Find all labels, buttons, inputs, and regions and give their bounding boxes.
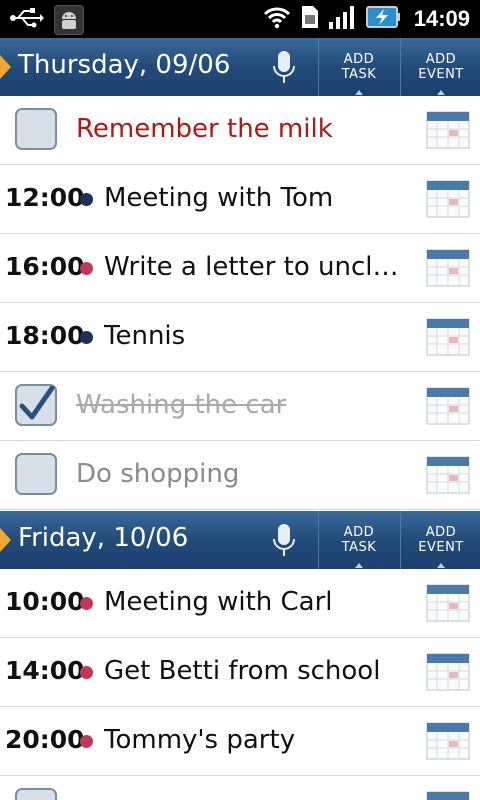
microphone-icon[interactable] (272, 50, 296, 86)
list-item[interactable]: Washing the car (0, 372, 480, 441)
event-dot (80, 597, 93, 610)
task-checkbox-checked[interactable] (15, 384, 57, 426)
calendar-icon[interactable] (426, 584, 470, 622)
event-time: 16:00 (5, 252, 85, 281)
list-item[interactable]: Remember the milk (0, 96, 480, 165)
day-header-thursday: Thursday, 09/06 ADD TASK ADD EVENT (0, 38, 480, 96)
sim-icon (300, 4, 320, 34)
task-checkbox[interactable] (15, 453, 57, 495)
task-checkbox[interactable] (15, 108, 57, 150)
day-title: Thursday, 09/06 (18, 50, 231, 80)
calendar-icon[interactable] (426, 387, 470, 425)
event-dot (80, 193, 93, 206)
list-item[interactable] (0, 776, 480, 800)
task-checkbox[interactable] (15, 788, 57, 800)
calendar-icon[interactable] (426, 318, 470, 356)
add-task-button[interactable]: ADD TASK (318, 38, 399, 96)
day-header-friday: Friday, 10/06 ADD TASK ADD EVENT (0, 511, 480, 569)
event-text: Tennis (104, 321, 186, 351)
battery-charging-icon (365, 4, 400, 34)
event-time: 14:00 (5, 656, 85, 685)
day-title: Friday, 10/06 (18, 523, 189, 553)
task-text: Remember the milk (76, 114, 333, 144)
add-event-button[interactable]: ADD EVENT (400, 511, 480, 569)
list-item[interactable]: 14:00 Get Betti from school (0, 638, 480, 707)
list-item[interactable]: 10:00 Meeting with Carl (0, 569, 480, 638)
event-dot (80, 735, 93, 748)
event-dot (80, 331, 93, 344)
calendar-icon[interactable] (426, 791, 470, 800)
event-time: 10:00 (5, 587, 85, 616)
event-text: Meeting with Tom (104, 183, 334, 213)
task-text: Washing the car (76, 390, 287, 420)
event-text: Tommy's party (104, 725, 296, 755)
calendar-icon[interactable] (426, 180, 470, 218)
clock: 14:09 (413, 6, 470, 31)
event-text: Get Betti from school (104, 656, 381, 686)
add-task-button[interactable]: ADD TASK (318, 511, 399, 569)
event-dot (80, 262, 93, 275)
event-text: Meeting with Carl (104, 587, 333, 617)
list-item[interactable]: 20:00 Tommy's party (0, 707, 480, 776)
expand-arrow-icon[interactable] (0, 528, 11, 552)
usb-icon (10, 7, 44, 33)
list-item[interactable]: 16:00 Write a letter to uncl… (0, 234, 480, 303)
event-time: 20:00 (5, 725, 85, 754)
calendar-icon[interactable] (426, 456, 470, 494)
event-time: 12:00 (5, 183, 85, 212)
calendar-icon[interactable] (426, 722, 470, 760)
add-event-button[interactable]: ADD EVENT (400, 38, 480, 96)
checkmark-icon (19, 386, 55, 420)
expand-arrow-icon[interactable] (0, 55, 11, 79)
event-text: Write a letter to uncl… (104, 252, 399, 282)
wifi-icon (262, 5, 292, 33)
signal-icon (328, 4, 358, 34)
android-icon (54, 5, 84, 35)
microphone-icon[interactable] (272, 523, 296, 559)
list-item[interactable]: 12:00 Meeting with Tom (0, 165, 480, 234)
event-time: 18:00 (5, 321, 85, 350)
task-text: Do shopping (76, 459, 240, 489)
event-dot (80, 666, 93, 679)
calendar-icon[interactable] (426, 653, 470, 691)
status-bar: 14:09 (0, 0, 480, 38)
calendar-icon[interactable] (426, 111, 470, 149)
list-item[interactable]: Do shopping (0, 441, 480, 510)
list-item[interactable]: 18:00 Tennis (0, 303, 480, 372)
calendar-icon[interactable] (426, 249, 470, 287)
